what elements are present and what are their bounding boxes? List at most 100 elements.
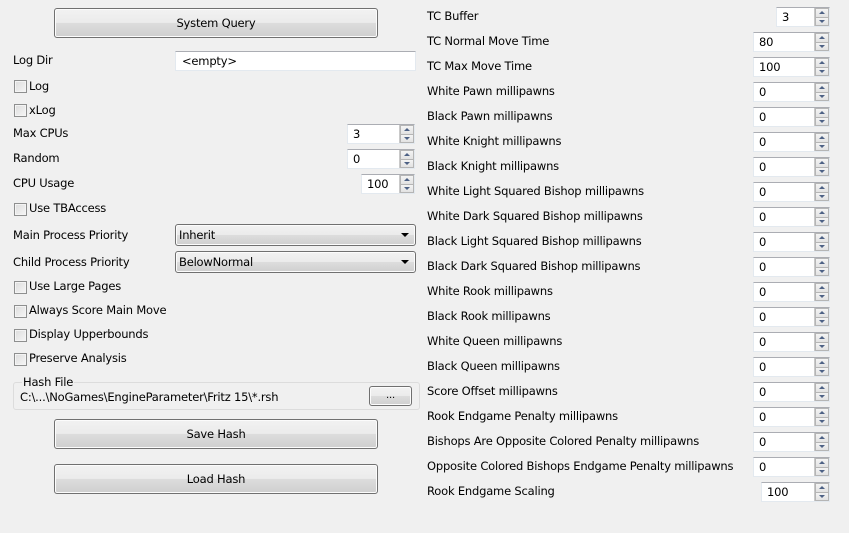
spin-down-icon[interactable] [815,317,829,326]
param-spinbox[interactable]: 0 [753,332,830,352]
spin-down-icon[interactable] [815,367,829,376]
param-label: White Pawn millipawns [427,84,555,98]
spin-up-icon[interactable] [815,108,829,117]
spin-up-icon[interactable] [400,150,414,159]
spin-up-icon[interactable] [815,158,829,167]
param-label: Rook Endgame Scaling [427,484,555,498]
spin-down-icon[interactable] [815,292,829,301]
spin-up-icon[interactable] [815,233,829,242]
log-dir-input[interactable]: <empty> [175,51,416,71]
spin-up-icon[interactable] [815,358,829,367]
spin-down-icon[interactable] [815,467,829,476]
param-spinbox[interactable]: 0 [753,182,830,202]
param-spinbox[interactable]: 0 [753,232,830,252]
param-spinbox[interactable]: 0 [753,132,830,152]
use-large-pages-checkbox[interactable] [14,281,27,294]
spin-down-icon[interactable] [815,117,829,126]
spin-down-icon[interactable] [400,134,414,143]
preserve-analysis-checkbox[interactable] [14,353,27,366]
child-priority-select[interactable]: BelowNormal [175,251,416,273]
param-value: 80 [759,35,774,49]
param-spinbox[interactable]: 0 [753,282,830,302]
param-spinbox[interactable]: 80 [753,32,830,52]
spin-down-icon[interactable] [815,242,829,251]
param-spinbox[interactable]: 0 [753,307,830,327]
spin-up-icon[interactable] [815,383,829,392]
log-checkbox[interactable] [14,80,27,93]
param-spinbox[interactable]: 0 [753,432,830,452]
spin-up-icon[interactable] [815,183,829,192]
save-hash-button[interactable]: Save Hash [54,419,378,449]
param-spinbox[interactable]: 0 [753,207,830,227]
param-label: Score Offset millipawns [427,384,558,398]
param-spinbox[interactable]: 0 [753,407,830,427]
param-value: 0 [759,360,767,374]
spin-up-icon[interactable] [815,83,829,92]
param-value: 100 [767,485,789,499]
spin-up-icon[interactable] [400,175,414,184]
use-tbaccess-checkbox[interactable] [14,203,27,216]
param-value: 3 [782,10,790,24]
spin-up-icon[interactable] [815,333,829,342]
param-value: 0 [759,285,767,299]
param-spinbox[interactable]: 0 [753,157,830,177]
param-spinbox[interactable]: 0 [753,107,830,127]
spin-up-icon[interactable] [815,133,829,142]
spin-up-icon[interactable] [815,308,829,317]
param-value: 0 [759,235,767,249]
spin-up-icon[interactable] [815,483,829,492]
xlog-checkbox[interactable] [14,104,27,117]
param-label: Black Knight millipawns [427,159,559,173]
param-label: TC Buffer [427,9,479,23]
spin-down-icon[interactable] [815,42,829,51]
always-score-main-move-checkbox[interactable] [14,305,27,318]
param-spinbox[interactable]: 0 [753,457,830,477]
random-spinbox[interactable]: 0 [347,149,415,169]
spin-down-icon[interactable] [815,142,829,151]
param-spinbox[interactable]: 0 [753,82,830,102]
spin-up-icon[interactable] [815,408,829,417]
system-query-button[interactable]: System Query [54,8,378,38]
param-spinbox[interactable]: 0 [753,357,830,377]
spin-down-icon[interactable] [815,192,829,201]
spin-down-icon[interactable] [815,417,829,426]
spin-up-icon[interactable] [815,258,829,267]
browse-hash-file-button[interactable]: ... [369,386,412,406]
spin-up-icon[interactable] [815,208,829,217]
spin-down-icon[interactable] [815,67,829,76]
spin-up-icon[interactable] [400,125,414,134]
spin-down-icon[interactable] [815,342,829,351]
spin-down-icon[interactable] [815,167,829,176]
spin-down-icon[interactable] [815,217,829,226]
spin-up-icon[interactable] [815,433,829,442]
spin-down-icon[interactable] [815,442,829,451]
param-spinbox[interactable]: 100 [753,57,830,77]
spin-up-icon[interactable] [815,458,829,467]
spin-down-icon[interactable] [400,159,414,168]
param-value: 0 [759,210,767,224]
param-spinbox[interactable]: 0 [753,257,830,277]
child-priority-label: Child Process Priority [13,255,130,269]
spin-up-icon[interactable] [815,283,829,292]
spin-down-icon[interactable] [815,267,829,276]
spin-down-icon[interactable] [815,17,829,26]
spin-up-icon[interactable] [815,33,829,42]
main-priority-select[interactable]: Inherit [175,224,416,246]
display-upperbounds-checkbox[interactable] [14,329,27,342]
spin-down-icon[interactable] [815,492,829,501]
spin-down-icon[interactable] [815,392,829,401]
param-label: Black Light Squared Bishop millipawns [427,234,642,248]
spin-up-icon[interactable] [815,8,829,17]
spin-down-icon[interactable] [400,184,414,193]
param-spinbox[interactable]: 100 [761,482,830,502]
param-label: TC Normal Move Time [427,34,550,48]
load-hash-button[interactable]: Load Hash [54,464,378,494]
param-spinbox[interactable]: 3 [776,7,830,27]
param-value: 0 [759,460,767,474]
max-cpus-spinbox[interactable]: 3 [347,124,415,144]
param-spinbox[interactable]: 0 [753,382,830,402]
spin-down-icon[interactable] [815,92,829,101]
cpu-usage-spinbox[interactable]: 100 [361,174,415,194]
main-priority-label: Main Process Priority [13,228,129,242]
spin-up-icon[interactable] [815,58,829,67]
